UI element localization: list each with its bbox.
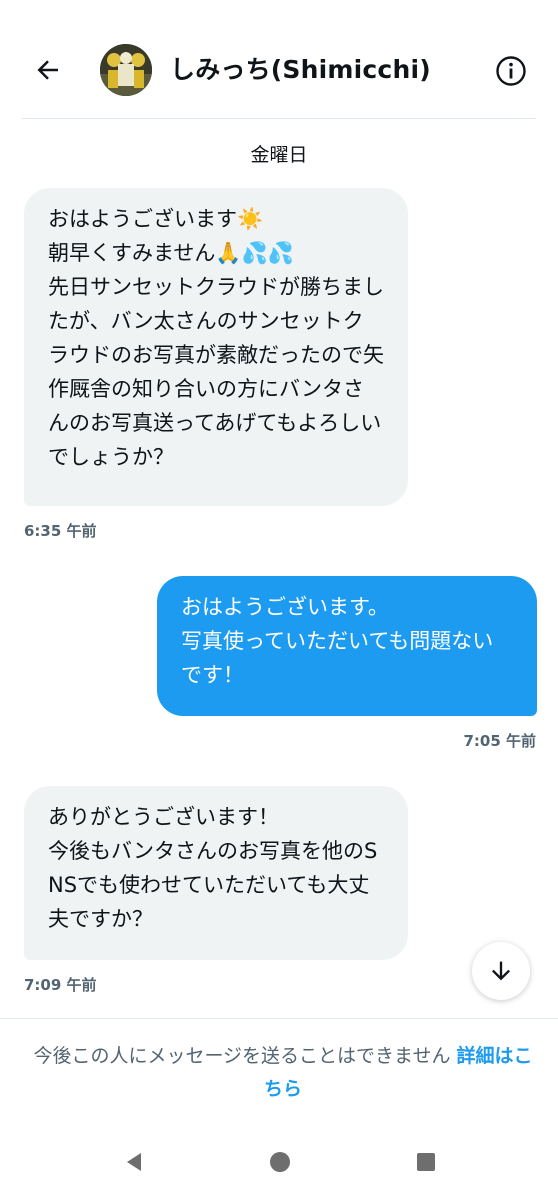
back-button[interactable] [28,50,68,90]
system-navigation-bar [0,1120,558,1200]
message-timestamp: 7:09 午前 [24,976,97,994]
triangle-back-icon [127,1153,141,1171]
conversation-header: しみっち(Shimicchi) [0,0,558,118]
arrow-down-icon [492,961,510,981]
info-button[interactable] [492,52,530,90]
notice-text: 今後この人にメッセージを送ることはできません [33,1045,457,1067]
cannot-message-notice: 今後この人にメッセージを送ることはできません 詳細はこちら [28,1040,538,1106]
message-timestamp: 6:35 午前 [24,522,97,540]
message-bubble-sent[interactable]: おはようございます。 写真使っていただいても問題ないです！ [157,576,537,716]
nav-home-button[interactable] [260,1142,300,1182]
arrow-left-icon [37,60,58,80]
footer-divider [0,1018,558,1019]
nav-recent-apps-button[interactable] [406,1142,446,1182]
circle-home-icon [270,1152,290,1172]
message-timestamp: 7:05 午前 [463,732,536,750]
avatar-image [100,44,152,96]
nav-back-button[interactable] [114,1142,154,1182]
avatar[interactable] [100,44,152,96]
scroll-to-bottom-button[interactable] [472,942,530,1000]
conversation-title: しみっち(Shimicchi) [170,55,431,84]
message-bubble-received[interactable]: おはようございます☀️ 朝早くすみません🙏💦💦 先日サンセットクラウドが勝ちまし… [24,188,408,506]
header-divider [22,118,536,119]
message-bubble-received[interactable]: ありがとうございます！ 今後もバンタさんのお写真を他のSNSでも使わせていただい… [24,786,408,960]
date-separator: 金曜日 [250,144,308,166]
square-recent-icon [417,1153,435,1171]
info-circle-icon [496,56,526,86]
